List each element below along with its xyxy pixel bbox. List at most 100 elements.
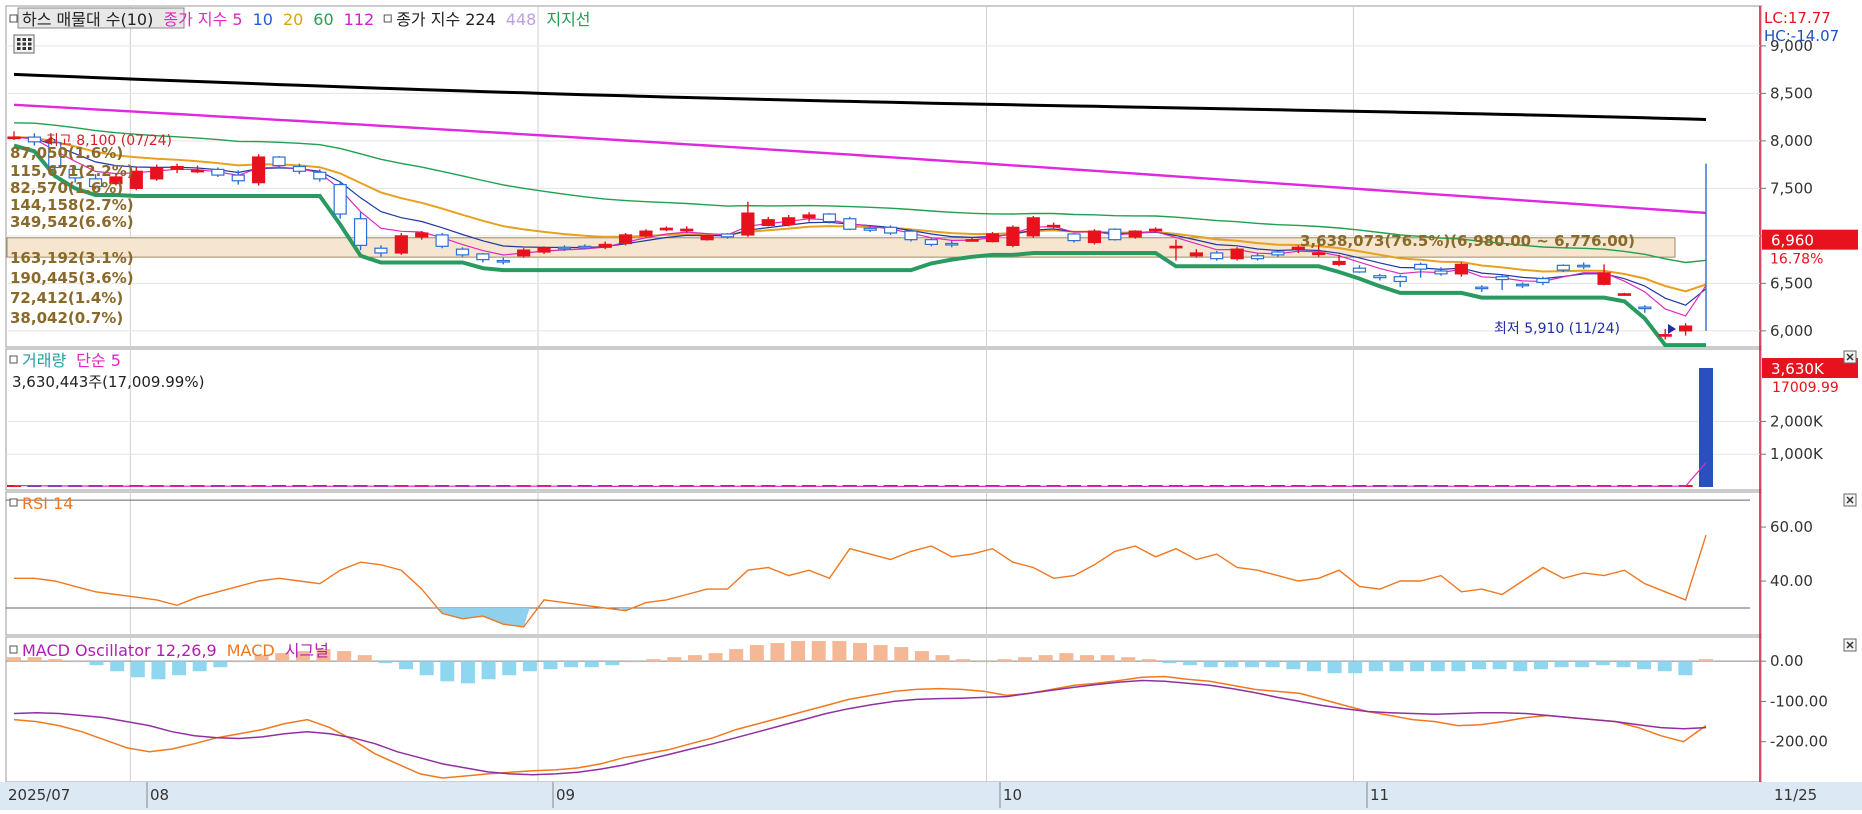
macd-oscillator-bar[interactable] [1678,661,1693,676]
macd-oscillator-bar[interactable] [791,641,806,662]
legend-box-icon[interactable] [9,355,18,364]
macd-oscillator-bar[interactable] [337,651,352,662]
macd-oscillator-bar[interactable] [151,661,166,680]
macd-oscillator-bar[interactable] [440,661,455,682]
macd-oscillator-bar[interactable] [749,645,764,662]
macd-oscillator-bar[interactable] [1306,661,1321,672]
macd-oscillator-bar[interactable] [1575,661,1590,668]
macd-oscillator-bar[interactable] [1513,661,1528,672]
stock-chart-window[interactable]: 87,050(1.6%) 115,671(2.2%) 82,570(1.6%) 144… [0,0,1862,814]
legend-box-icon[interactable] [9,645,18,654]
candle-body[interactable] [1577,264,1591,268]
candle-body[interactable] [1087,230,1102,244]
macd-oscillator-bar[interactable] [894,647,909,662]
macd-oscillator-bar[interactable] [68,661,83,663]
macd-oscillator-bar[interactable] [914,651,929,662]
candle-body[interactable] [761,219,775,227]
macd-oscillator-bar[interactable] [1472,661,1487,670]
macd-oscillator-bar[interactable] [1059,653,1074,662]
macd-oscillator-bar[interactable] [1018,657,1033,662]
candle-body[interactable] [435,234,449,247]
candle-body[interactable] [1210,252,1224,260]
candle-body[interactable] [415,232,429,238]
candle-body[interactable] [333,183,347,215]
candle-body[interactable] [1352,267,1367,273]
macd-oscillator-bar[interactable] [110,661,125,672]
candle-body[interactable] [313,171,327,180]
macd-oscillator-bar[interactable] [1389,661,1404,672]
candle-body[interactable] [7,136,21,140]
macd-oscillator-bar[interactable] [811,641,826,662]
macd-oscillator-bar[interactable] [605,661,620,666]
candle-body[interactable] [782,217,796,226]
macd-oscillator-bar[interactable] [646,659,661,662]
macd-oscillator-bar[interactable] [192,661,207,672]
candle-body[interactable] [1332,260,1346,265]
candle-body[interactable] [1271,251,1285,256]
macd-oscillator-bar[interactable] [1657,661,1672,672]
macd-oscillator-bar[interactable] [1533,661,1548,670]
candle-body[interactable] [292,165,306,172]
macd-oscillator-bar[interactable] [89,661,104,666]
macd-oscillator-bar[interactable] [1699,659,1713,662]
macd-oscillator-bar[interactable] [708,653,723,662]
candle-body[interactable] [394,235,408,254]
macd-oscillator-bar[interactable] [564,661,579,668]
candle-body[interactable] [1536,278,1550,284]
macd-oscillator-bar[interactable] [1100,655,1115,662]
candle-body[interactable] [578,245,592,249]
candle-body[interactable] [1617,293,1632,296]
candle-body[interactable] [1128,230,1142,238]
macd-oscillator-bar[interactable] [399,661,414,670]
macd-oscillator-bar[interactable] [770,643,785,662]
macd-oscillator-bar[interactable] [1492,661,1507,670]
macd-oscillator-bar[interactable] [7,657,21,662]
macd-oscillator-bar[interactable] [1410,661,1425,672]
candle-body[interactable] [639,230,653,237]
legend-box-icon[interactable] [9,14,18,23]
candle-body[interactable] [537,247,551,253]
legend-box-icon[interactable] [9,498,18,507]
candle-body[interactable] [1148,228,1163,232]
candle-body[interactable] [1189,252,1203,257]
candle-body[interactable] [231,174,245,182]
macd-oscillator-bar[interactable] [1121,657,1136,662]
candle-body[interactable] [1679,325,1693,332]
macd-oscillator-bar[interactable] [976,661,991,663]
candle-body[interactable] [190,169,205,173]
macd-oscillator-bar[interactable] [378,661,393,664]
macd-oscillator-bar[interactable] [1451,661,1466,672]
macd-oscillator-bar[interactable] [543,661,558,670]
macd-oscillator-bar[interactable] [1430,661,1445,672]
candle-body[interactable] [517,249,531,257]
macd-oscillator-bar[interactable] [419,661,434,676]
macd-oscillator-bar[interactable] [687,655,702,662]
macd-oscillator-bar[interactable] [1245,661,1260,668]
candle-body[interactable] [863,227,877,231]
candle-body[interactable] [659,227,673,231]
candle-body[interactable] [1250,255,1265,260]
candle-body[interactable] [374,247,388,254]
candle-body[interactable] [1454,263,1468,275]
macd-oscillator-bar[interactable] [1224,661,1239,668]
macd-oscillator-bar[interactable] [1348,661,1363,674]
macd-oscillator-bar[interactable] [522,661,537,672]
candle-body[interactable] [598,243,612,248]
candle-body[interactable] [1434,270,1448,275]
macd-oscillator-bar[interactable] [481,661,496,680]
candle-body[interactable] [1067,233,1081,242]
macd-oscillator-bar[interactable] [502,661,517,676]
candle-body[interactable] [211,168,225,176]
macd-oscillator-bar[interactable] [130,661,145,678]
macd-oscillator-bar[interactable] [1265,661,1280,668]
candle-body[interactable] [924,239,938,246]
rsi-panel[interactable] [5,491,1763,636]
candle-body[interactable] [1638,306,1652,310]
macd-oscillator-bar[interactable] [667,657,682,662]
macd-oscillator-bar[interactable] [956,659,971,662]
candle-body[interactable] [618,234,633,245]
candle-body[interactable] [904,230,918,241]
candle-body[interactable] [720,233,735,238]
candle-body[interactable] [965,239,979,242]
candle-body[interactable] [741,212,755,236]
